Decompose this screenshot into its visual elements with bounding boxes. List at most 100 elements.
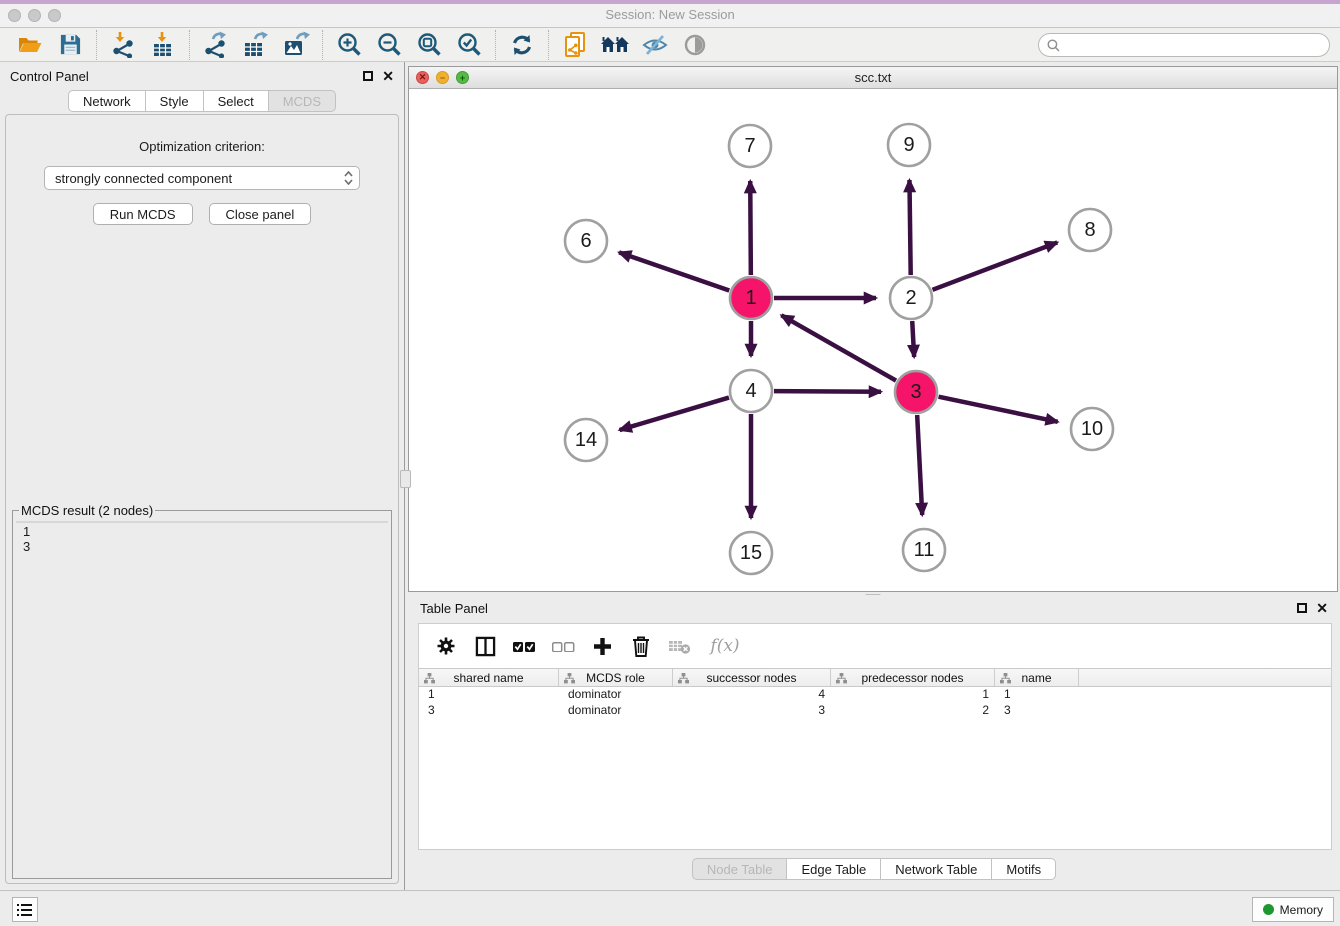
graph-node-2[interactable]: 2 <box>890 277 932 319</box>
column-header-shared-name[interactable]: shared name <box>419 669 559 686</box>
tab-mcds[interactable]: MCDS <box>269 90 336 112</box>
zoom-out-button[interactable] <box>369 30 409 60</box>
table-options-button[interactable] <box>433 633 459 659</box>
edge-3-to-1[interactable] <box>781 315 896 380</box>
table-cell[interactable]: 3 <box>673 703 831 719</box>
add-column-button[interactable] <box>589 633 615 659</box>
tab-network[interactable]: Network <box>68 90 146 112</box>
tab-edge-table[interactable]: Edge Table <box>787 858 881 880</box>
edge-1-to-7[interactable] <box>750 181 751 275</box>
mcds-home-button[interactable] <box>595 30 635 60</box>
delete-columns-button[interactable] <box>628 633 654 659</box>
node-label-10: 10 <box>1081 418 1103 440</box>
network-minimize-button[interactable]: − <box>436 71 449 84</box>
export-network-button[interactable] <box>196 30 236 60</box>
run-mcds-button[interactable]: Run MCDS <box>93 203 193 225</box>
close-table-panel-icon[interactable]: ✕ <box>1316 603 1328 613</box>
tab-select[interactable]: Select <box>204 90 269 112</box>
clone-network-button[interactable] <box>555 30 595 60</box>
graph-node-15[interactable]: 15 <box>730 532 772 574</box>
table-cell[interactable]: dominator <box>559 687 673 703</box>
function-builder-button[interactable]: f(x) <box>706 633 744 659</box>
task-history-button[interactable] <box>12 897 38 922</box>
table-cell[interactable]: 1 <box>995 687 1079 703</box>
graph-node-14[interactable]: 14 <box>565 419 607 461</box>
hide-graphics-details-button[interactable] <box>635 30 675 60</box>
table-cell[interactable]: 1 <box>831 687 995 703</box>
graph-node-6[interactable]: 6 <box>565 220 607 262</box>
export-table-button[interactable] <box>236 30 276 60</box>
column-header-MCDS-role[interactable]: MCDS role <box>559 669 673 686</box>
search-input[interactable] <box>1060 38 1329 52</box>
plus-icon <box>593 637 612 656</box>
criterion-dropdown[interactable]: strongly connected component <box>44 166 360 190</box>
vertical-splitter-grip[interactable] <box>400 470 411 488</box>
table-row[interactable]: 1dominator411 <box>419 687 1331 703</box>
deselect-all-checkboxes-button[interactable] <box>550 633 576 659</box>
network-close-button[interactable]: ✕ <box>416 71 429 84</box>
mcds-result-area[interactable]: 1 3 <box>16 521 388 523</box>
close-panel-icon[interactable]: ✕ <box>382 71 394 81</box>
network-graph[interactable]: 7 9 6 8 1 2 4 3 14 10 15 11 <box>409 89 1337 591</box>
zoom-fit-button[interactable] <box>409 30 449 60</box>
table-cell[interactable]: 3 <box>995 703 1079 719</box>
export-image-button[interactable] <box>276 30 316 60</box>
graph-node-8[interactable]: 8 <box>1069 209 1111 251</box>
columns-icon <box>475 636 496 657</box>
table-cell[interactable]: 1 <box>419 687 559 703</box>
graph-node-9[interactable]: 9 <box>888 124 930 166</box>
zoom-selected-button[interactable] <box>449 30 489 60</box>
edge-3-to-10[interactable] <box>939 397 1058 422</box>
table-cell[interactable]: dominator <box>559 703 673 719</box>
table-cell[interactable]: 2 <box>831 703 995 719</box>
edge-3-to-11[interactable] <box>917 415 922 515</box>
toolbar-separator <box>322 30 323 60</box>
refresh-icon <box>510 33 534 57</box>
tab-motifs[interactable]: Motifs <box>992 858 1056 880</box>
graph-node-1[interactable]: 1 <box>730 277 772 319</box>
optimization-criterion-label: Optimization criterion: <box>6 139 398 154</box>
table-cell[interactable]: 3 <box>419 703 559 719</box>
edge-2-to-9[interactable] <box>909 180 910 275</box>
zoom-in-button[interactable] <box>329 30 369 60</box>
graph-node-7[interactable]: 7 <box>729 125 771 167</box>
graph-node-11[interactable]: 11 <box>903 529 945 571</box>
edge-2-to-3[interactable] <box>912 321 914 357</box>
apply-preferred-layout-button[interactable] <box>502 30 542 60</box>
column-header-successor-nodes[interactable]: successor nodes <box>673 669 831 686</box>
graph-node-3[interactable]: 3 <box>895 371 937 413</box>
edge-1-to-6[interactable] <box>619 252 729 290</box>
float-panel-icon[interactable] <box>363 71 373 81</box>
tab-network-table[interactable]: Network Table <box>881 858 992 880</box>
float-table-panel-icon[interactable] <box>1297 603 1307 613</box>
clone-network-icon <box>563 31 588 59</box>
tab-node-table[interactable]: Node Table <box>692 858 788 880</box>
table-row[interactable]: 3dominator323 <box>419 703 1331 719</box>
network-canvas[interactable]: 7 9 6 8 1 2 4 3 14 10 15 11 <box>409 89 1337 591</box>
open-folder-icon <box>17 33 43 57</box>
network-zoom-button[interactable]: + <box>456 71 469 84</box>
import-table-button[interactable] <box>143 30 183 60</box>
column-header-name[interactable]: name <box>995 669 1079 686</box>
table-panel: Table Panel ✕ <box>408 595 1340 890</box>
save-session-button[interactable] <box>50 30 90 60</box>
show-graphics-details-button[interactable] <box>675 30 715 60</box>
edge-4-to-14[interactable] <box>620 398 729 430</box>
edge-4-to-3[interactable] <box>774 391 881 392</box>
select-all-checkboxes-button[interactable] <box>511 633 537 659</box>
toolbar-separator <box>96 30 97 60</box>
close-panel-button[interactable]: Close panel <box>209 203 312 225</box>
column-header-predecessor-nodes[interactable]: predecessor nodes <box>831 669 995 686</box>
memory-button[interactable]: Memory <box>1252 897 1334 922</box>
graph-node-4[interactable]: 4 <box>730 370 772 412</box>
table-cell[interactable]: 4 <box>673 687 831 703</box>
import-network-button[interactable] <box>103 30 143 60</box>
edge-2-to-8[interactable] <box>933 242 1058 289</box>
show-columns-button[interactable] <box>472 633 498 659</box>
node-label-8: 8 <box>1084 219 1095 241</box>
search-box[interactable] <box>1038 33 1330 57</box>
open-session-button[interactable] <box>10 30 50 60</box>
tab-style[interactable]: Style <box>146 90 204 112</box>
delete-table-button[interactable] <box>667 633 693 659</box>
graph-node-10[interactable]: 10 <box>1071 408 1113 450</box>
